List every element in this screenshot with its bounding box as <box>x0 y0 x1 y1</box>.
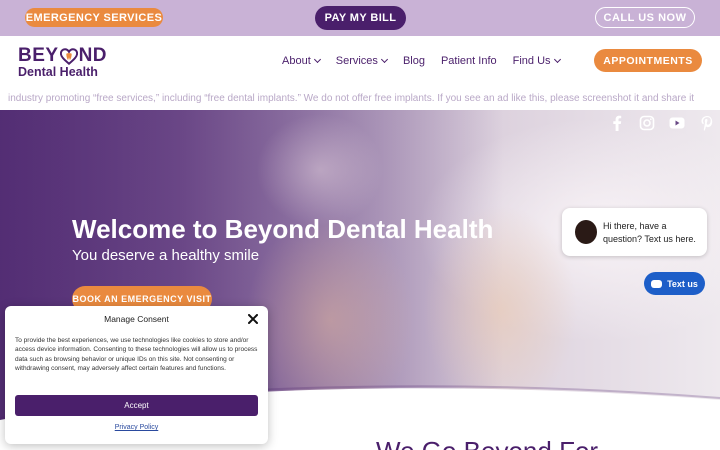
emergency-services-button[interactable]: EMERGENCY SERVICES <box>25 8 163 27</box>
nav-item-services[interactable]: Services <box>335 55 388 67</box>
logo-text-part1: BEY <box>18 45 59 66</box>
announcement-ticker: industry promoting “free services,” incl… <box>0 88 720 110</box>
close-icon[interactable] <box>248 314 258 324</box>
tooth-heart-icon <box>59 47 78 65</box>
logo-wordmark: BEY ND <box>18 45 107 67</box>
cookie-consent-dialog: Manage Consent To provide the best exper… <box>5 306 268 444</box>
nav-item-label: Blog <box>402 55 425 67</box>
chat-message: Hi there, have a question? Text us here. <box>603 221 696 244</box>
text-us-label: Text us <box>667 278 698 289</box>
appointments-button[interactable]: APPOINTMENTS <box>594 49 702 72</box>
hero-subtitle: You deserve a healthy smile <box>72 247 260 264</box>
ticker-text: industry promoting “free services,” incl… <box>8 93 695 104</box>
section-heading: We Go Beyond For <box>376 436 598 450</box>
nav-item-label: About <box>282 55 311 67</box>
main-nav: About Services Blog Patient Info Find Us <box>282 55 576 67</box>
nav-item-find-us[interactable]: Find Us <box>512 55 561 67</box>
nav-item-label: Patient Info <box>440 55 497 67</box>
youtube-icon[interactable] <box>669 115 685 131</box>
consent-title: Manage Consent <box>104 314 169 324</box>
logo-subtext: Dental Health <box>18 65 98 79</box>
nav-item-about[interactable]: About <box>282 55 321 67</box>
logo-text-part2: ND <box>78 45 108 66</box>
facebook-icon[interactable] <box>609 115 625 131</box>
chevron-down-icon <box>380 55 388 64</box>
chevron-down-icon <box>313 55 321 64</box>
nav-item-label: Services <box>335 55 378 67</box>
pinterest-icon[interactable] <box>699 115 715 131</box>
nav-item-label: Find Us <box>512 55 551 67</box>
nav-item-blog[interactable]: Blog <box>403 55 425 67</box>
logo[interactable]: BEY ND Dental Health <box>18 45 118 81</box>
top-bar: EMERGENCY SERVICES PAY MY BILL CALL US N… <box>0 0 720 36</box>
text-us-button[interactable]: Text us <box>644 272 705 295</box>
privacy-policy-link[interactable]: Privacy Policy <box>5 424 268 431</box>
instagram-icon[interactable] <box>639 115 655 131</box>
hero-title: Welcome to Beyond Dental Health <box>72 214 494 244</box>
nav-item-patient-info[interactable]: Patient Info <box>441 55 497 67</box>
pay-my-bill-button[interactable]: PAY MY BILL <box>315 6 406 30</box>
accept-button[interactable]: Accept <box>15 395 258 416</box>
chevron-down-icon <box>553 55 561 64</box>
site-header: BEY ND Dental Health About Services Blog… <box>0 36 720 88</box>
chat-icon <box>651 279 663 288</box>
agent-avatar <box>575 220 597 244</box>
chat-prompt-bubble[interactable]: Hi there, have a question? Text us here. <box>562 208 707 256</box>
call-us-now-button[interactable]: CALL US NOW <box>595 7 695 28</box>
consent-body: To provide the best experiences, we use … <box>15 337 258 372</box>
